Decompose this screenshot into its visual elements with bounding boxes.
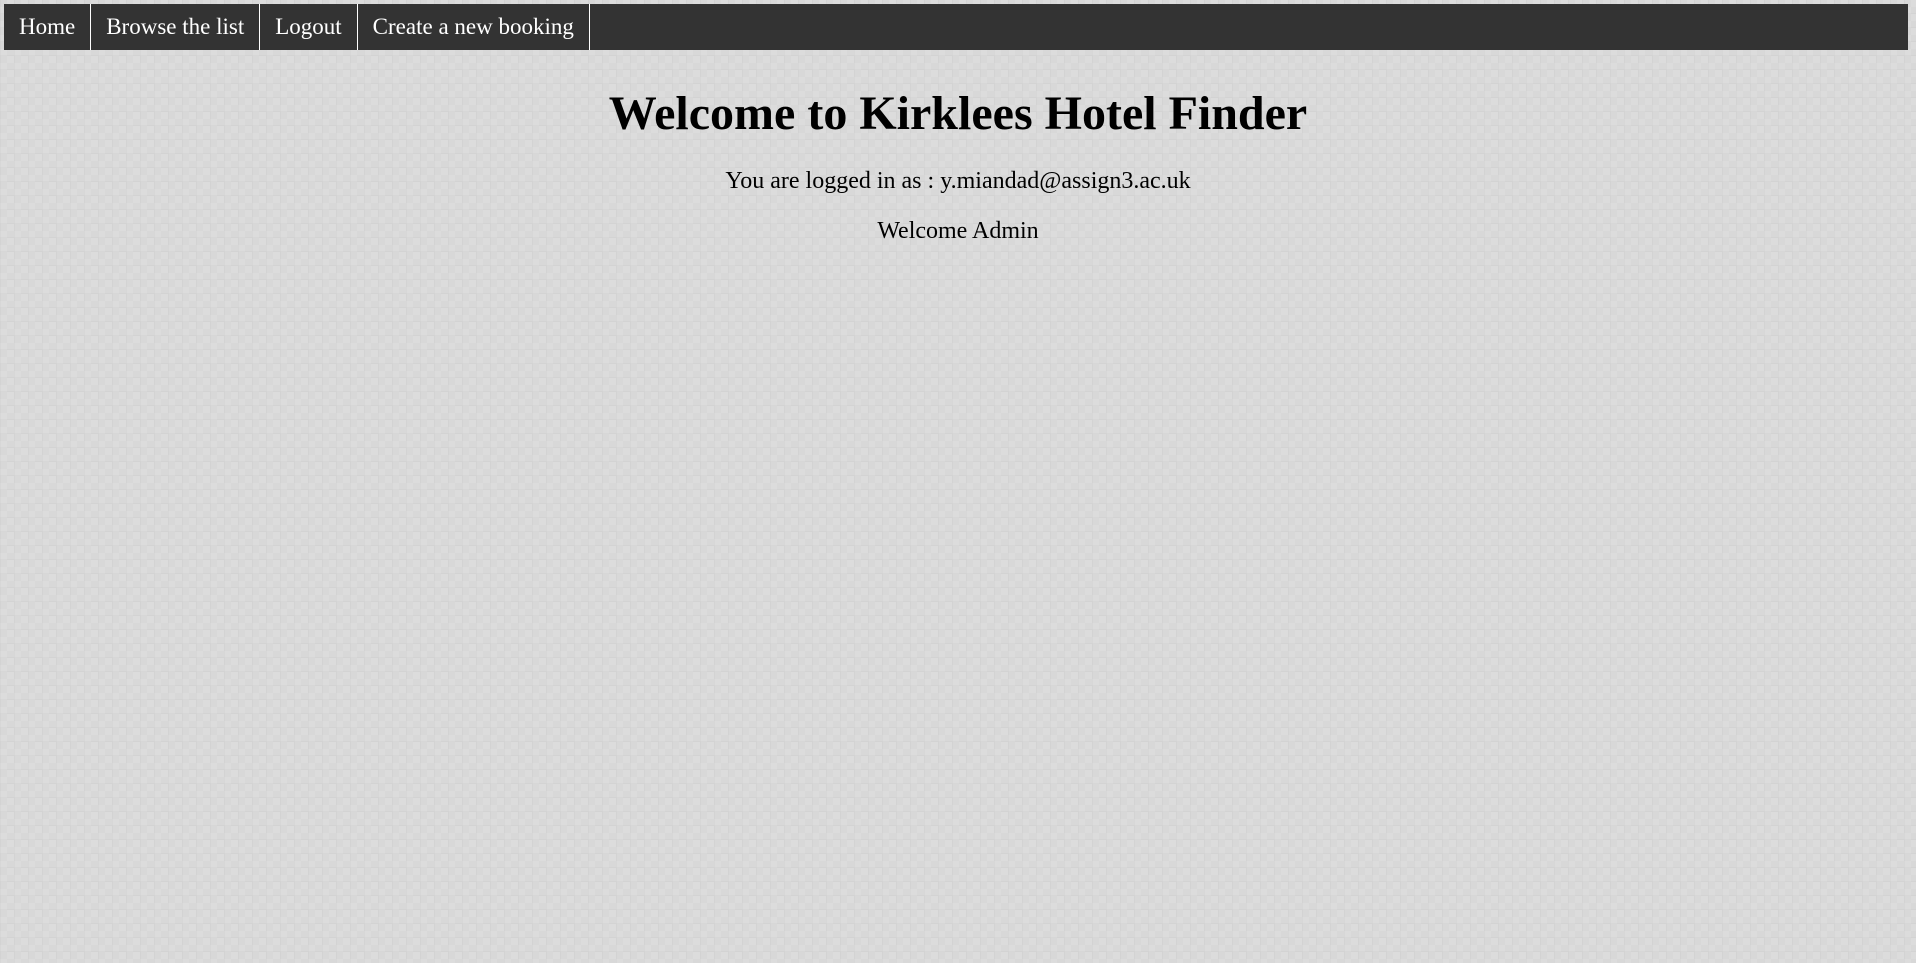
- nav-home-link[interactable]: Home: [4, 4, 92, 50]
- nav-create-booking-link[interactable]: Create a new booking: [358, 4, 590, 50]
- logged-in-status: You are logged in as : y.miandad@assign3…: [725, 167, 1191, 194]
- top-navigation: Home Browse the list Logout Create a new…: [4, 4, 1908, 50]
- page-title: Welcome to Kirklees Hotel Finder: [608, 87, 1308, 140]
- welcome-admin-text: Welcome Admin: [877, 218, 1039, 245]
- nav-browse-list-link[interactable]: Browse the list: [91, 4, 261, 50]
- main-content: Welcome to Kirklees Hotel Finder You are…: [0, 50, 1916, 246]
- nav-logout-link[interactable]: Logout: [260, 4, 358, 50]
